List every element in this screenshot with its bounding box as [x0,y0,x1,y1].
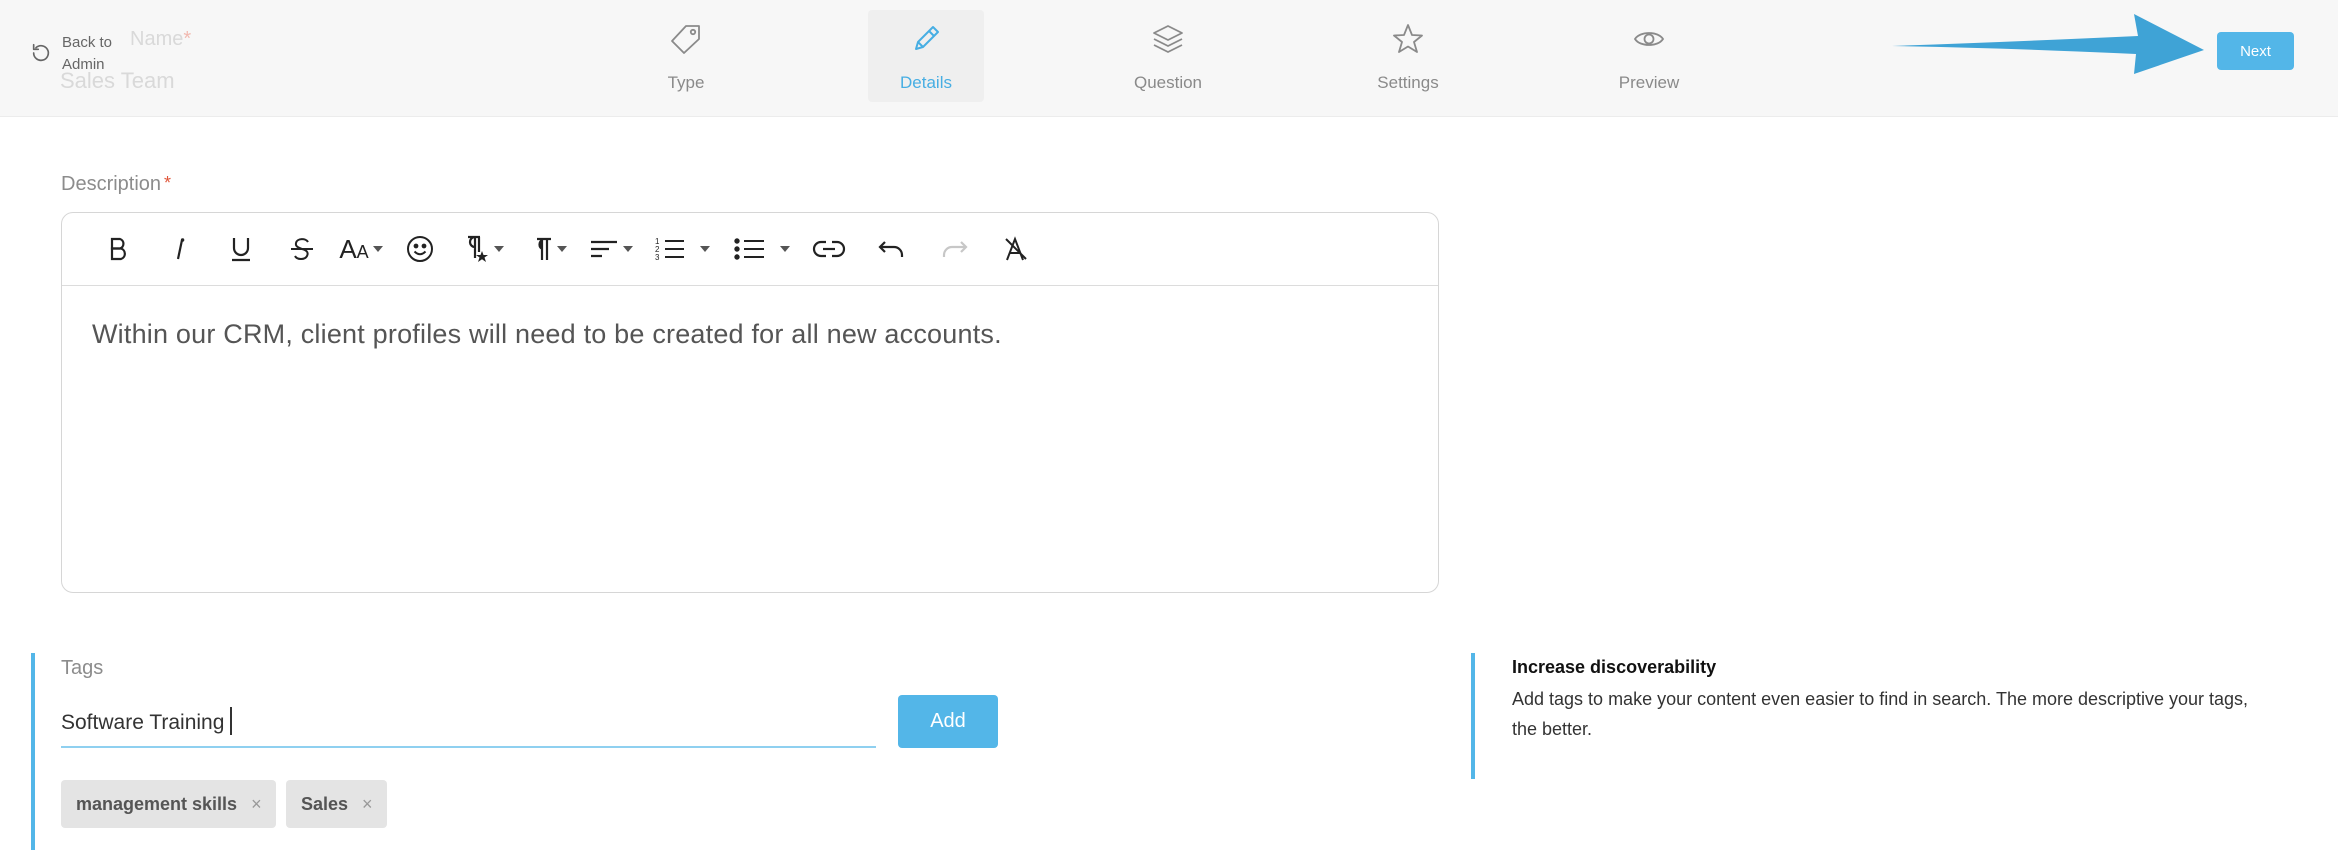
tab-settings-label: Settings [1377,73,1439,92]
chevron-down-icon [557,246,567,252]
clear-formatting-button[interactable] [996,231,1036,267]
chevron-down-icon [494,246,504,252]
ordered-list-icon: 123 [655,237,684,262]
paragraph-style-icon [468,235,488,262]
star-icon [1391,22,1425,61]
align-left-icon [591,240,617,258]
close-icon[interactable]: × [251,794,262,815]
strikethrough-button[interactable] [284,231,320,267]
link-icon [812,240,846,258]
tab-question[interactable]: Question [1110,10,1226,102]
redo-button[interactable] [934,231,974,267]
back-to-admin-label: Back to Admin [62,34,113,73]
undo-arrow-icon [878,241,904,257]
required-mark: * [183,28,192,50]
tab-preview-label: Preview [1618,73,1680,92]
tag-chip: Sales × [286,780,387,828]
ghost-name-label: Name* [130,28,192,50]
align-dropdown[interactable] [586,231,636,267]
tab-settings[interactable]: Settings [1350,10,1466,102]
description-label: Description * [61,173,172,195]
tag-chip: management skills × [61,780,276,828]
tab-type-label: Type [667,73,705,92]
required-mark: * [164,173,172,193]
close-icon[interactable]: × [362,794,373,815]
pencil-icon [909,22,943,61]
next-button[interactable]: Next [2217,32,2294,70]
tab-preview[interactable]: Preview [1591,10,1707,102]
pointer-arrow-icon [1892,14,2204,74]
unordered-list-dropdown[interactable] [732,231,792,267]
editor-content[interactable]: Within our CRM, client profiles will nee… [92,319,1002,350]
tab-details-label: Details [900,73,952,92]
info-accent-bar [1471,653,1475,779]
tag-chip-label: Sales [301,793,349,814]
chevron-down-icon [700,246,710,252]
layers-icon [1151,22,1185,61]
tags-accent-bar [31,653,35,850]
eye-icon [1632,22,1666,61]
tags-label: Tags [61,657,104,679]
svg-text:3: 3 [655,253,660,262]
tag-icon [669,22,703,61]
font-size-icon: A [339,233,357,264]
underline-button[interactable] [223,231,259,267]
clear-formatting-icon [1005,236,1027,261]
tag-chip-label: management skills [76,793,238,814]
ordered-list-dropdown[interactable]: 123 [652,231,712,267]
bold-button[interactable] [100,231,136,267]
editor-toolbar: AA 123 [62,213,1438,286]
info-text: Add tags to make your content even easie… [1512,689,2249,739]
rich-text-editor[interactable]: AA 123 Within our CRM, client profiles w… [61,212,1439,593]
text-cursor [230,707,232,735]
emoji-button[interactable] [402,231,438,267]
chevron-down-icon [623,246,633,252]
top-bar: Name* Sales Team Back to Admin Type Deta… [0,0,2338,117]
redo-arrow-icon [942,241,968,257]
tab-type[interactable]: Type [628,10,744,102]
add-tag-button[interactable]: Add [898,695,998,748]
tag-input[interactable] [61,700,876,748]
undo-icon [30,32,52,69]
tab-question-label: Question [1133,73,1203,92]
bullet-list-icon [734,238,764,260]
paragraph-style-dropdown[interactable] [457,231,507,267]
paragraph-icon [537,237,551,260]
tab-details[interactable]: Details [868,10,984,102]
italic-button[interactable] [162,231,198,267]
font-size-dropdown[interactable]: AA [336,231,386,267]
chevron-down-icon [372,246,383,252]
chevron-down-icon [780,246,790,252]
back-to-admin-link[interactable]: Back to Admin [30,32,122,76]
undo-button[interactable] [872,231,912,267]
link-button[interactable] [809,231,849,267]
info-title: Increase discoverability [1512,657,1717,677]
paragraph-format-dropdown[interactable] [527,231,571,267]
